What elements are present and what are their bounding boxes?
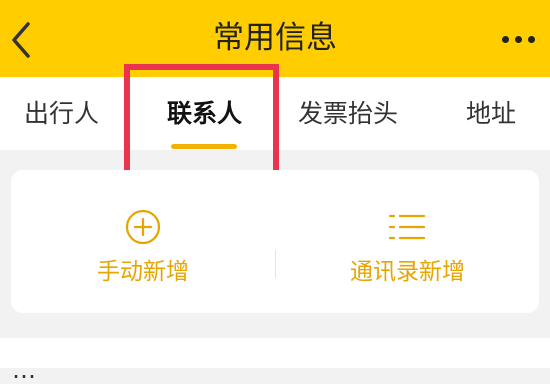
header-bar: 常用信息 xyxy=(0,0,550,77)
back-button[interactable] xyxy=(6,18,40,62)
contacts-add-label: 通讯录新增 xyxy=(350,259,465,285)
active-tab-indicator xyxy=(171,144,237,149)
tab-address[interactable]: 地址 xyxy=(466,77,516,150)
plus-circle-icon xyxy=(125,209,161,245)
more-horizontal-icon xyxy=(515,36,522,43)
contacts-add-button[interactable]: 通讯录新增 xyxy=(276,170,539,313)
list-icon xyxy=(388,214,426,240)
add-contact-card: 手动新增 通讯录新增 xyxy=(11,170,539,313)
more-button[interactable] xyxy=(500,24,538,54)
tab-contacts[interactable]: 联系人 xyxy=(167,77,242,150)
contact-list: … xyxy=(0,338,550,384)
tab-invoice-title[interactable]: 发票抬头 xyxy=(298,77,398,150)
tab-bar: 出行人 联系人 发票抬头 地址 xyxy=(0,77,550,150)
more-horizontal-icon xyxy=(528,36,535,43)
more-horizontal-icon xyxy=(502,36,509,43)
manual-add-label: 手动新增 xyxy=(97,259,189,285)
page-title: 常用信息 xyxy=(213,20,337,56)
chevron-left-icon xyxy=(12,22,30,58)
manual-add-button[interactable]: 手动新增 xyxy=(11,170,275,313)
tab-travelers[interactable]: 出行人 xyxy=(24,77,99,150)
list-item[interactable]: … xyxy=(12,356,36,384)
